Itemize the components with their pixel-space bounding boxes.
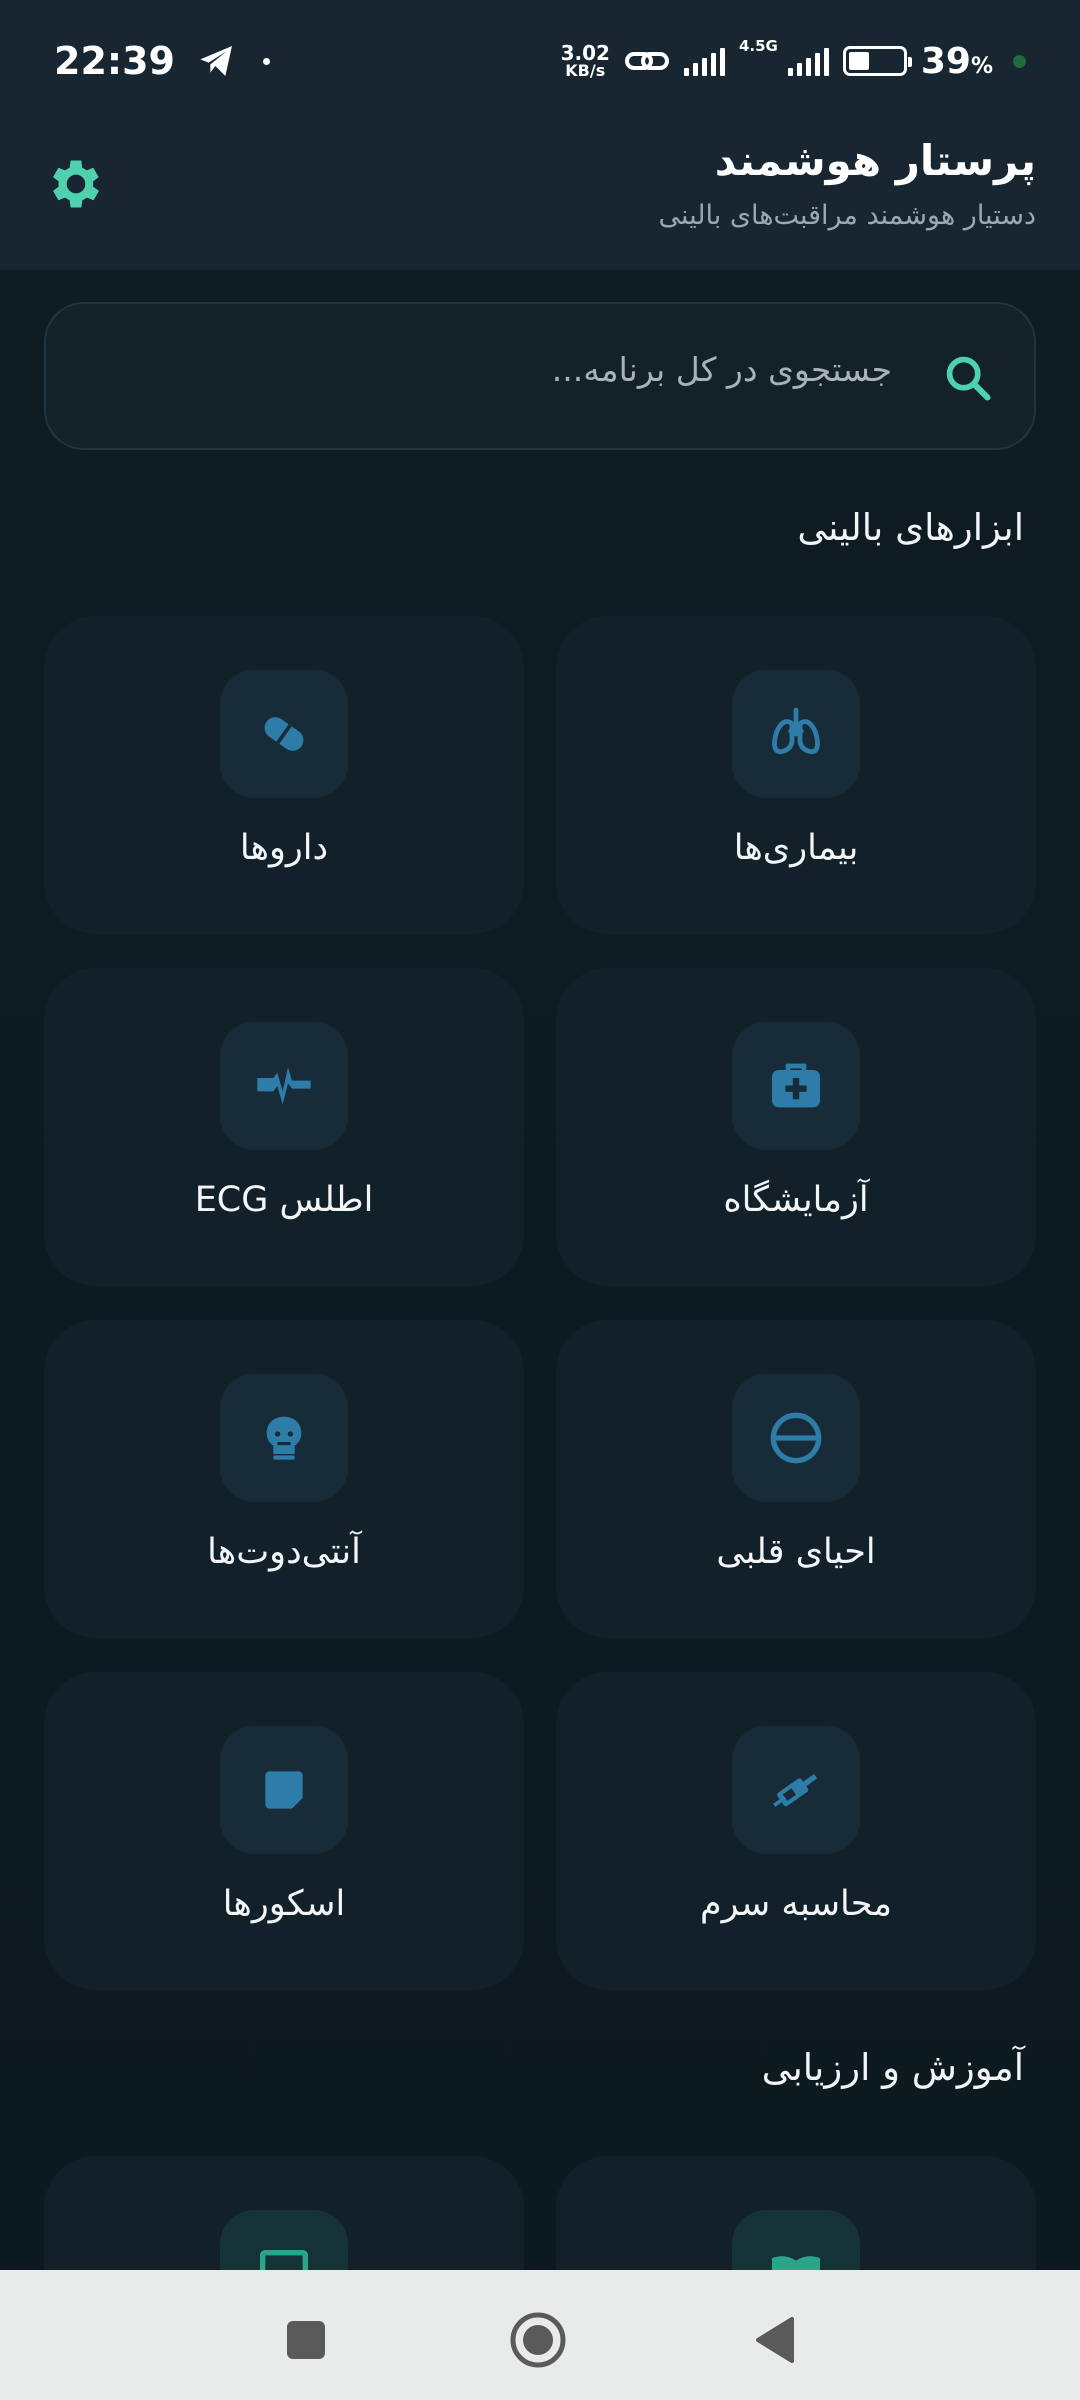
network-speed: 3.02 KB/s xyxy=(560,41,610,80)
iv-drip-icon xyxy=(773,1774,818,1807)
telegram-icon xyxy=(200,46,232,76)
card-label: محاسبه سرم xyxy=(699,1884,893,1924)
card-laboratory[interactable]: آزمایشگاه xyxy=(556,968,1036,1286)
card-label: بیماری‌ها xyxy=(733,828,859,868)
system-navigation-bar xyxy=(0,2270,1080,2400)
card-label: آزمایشگاه xyxy=(723,1180,869,1220)
card-icon-box xyxy=(220,670,348,798)
recents-button[interactable] xyxy=(276,2310,336,2370)
status-right: 3.02 KB/s 4.5G 39% xyxy=(560,37,1026,82)
card-label: احیای قلبی xyxy=(716,1532,876,1572)
back-button[interactable] xyxy=(744,2310,804,2370)
card-icon-box xyxy=(732,1022,860,1150)
status-bar: 22:39 3.02 KB/s 4.5G 39% xyxy=(0,0,1080,122)
card-icon-box xyxy=(220,1022,348,1150)
skull-icon xyxy=(266,1416,302,1460)
network-type: 4.5G xyxy=(738,36,778,55)
app-header: پرستار هوشمند دستیار هوشمند مراقبت‌های ب… xyxy=(0,122,1080,270)
lungs-icon xyxy=(772,707,820,755)
signal-2-icon xyxy=(787,46,829,76)
card-label: آنتی‌دوت‌ها xyxy=(207,1532,361,1572)
section-title-education: آموزش و ارزیابی xyxy=(761,2046,1024,2089)
card-drugs[interactable]: داروها xyxy=(44,616,524,934)
pill-icon xyxy=(264,717,304,751)
heartbeat-icon xyxy=(257,1067,311,1105)
medical-kit-icon xyxy=(772,1063,820,1108)
app-title: پرستار هوشمند xyxy=(714,136,1036,185)
link-icon xyxy=(624,52,669,70)
battery-fill xyxy=(848,52,870,70)
card-label: اطلس ECG xyxy=(194,1180,374,1220)
search-placeholder: جستجوی در کل برنامه... xyxy=(551,350,892,389)
battery-percent: 39% xyxy=(920,40,993,82)
card-antidotes[interactable]: آنتی‌دوت‌ها xyxy=(44,1320,524,1638)
status-time: 22:39 xyxy=(54,39,175,83)
card-cpr[interactable]: احیای قلبی xyxy=(556,1320,1036,1638)
card-ecg-atlas[interactable]: اطلس ECG xyxy=(44,968,524,1286)
card-scores[interactable]: اسکورها xyxy=(44,1672,524,1990)
privacy-indicator xyxy=(1013,54,1026,68)
search-icon xyxy=(946,356,991,401)
section-title-clinical-tools: ابزارهای بالینی xyxy=(797,506,1024,549)
app-screen: 22:39 3.02 KB/s 4.5G 39% پرستار هوشمند د… xyxy=(0,0,1080,2400)
home-button[interactable] xyxy=(508,2310,568,2370)
gear-icon[interactable] xyxy=(44,152,108,216)
battery-icon xyxy=(842,46,912,76)
card-icon-box xyxy=(732,1726,860,1854)
card-label: داروها xyxy=(239,828,329,868)
card-label: اسکورها xyxy=(222,1884,346,1924)
square-icon xyxy=(287,2321,325,2359)
card-icon-box xyxy=(732,1374,860,1502)
card-iv-calculator[interactable]: محاسبه سرم xyxy=(556,1672,1036,1990)
card-diseases[interactable]: بیماری‌ها xyxy=(556,616,1036,934)
card-icon-box xyxy=(732,670,860,798)
card-icon-box xyxy=(220,1726,348,1854)
app-subtitle: دستیار هوشمند مراقبت‌های بالینی xyxy=(658,200,1037,231)
card-icon-box xyxy=(220,1374,348,1502)
signal-1-icon xyxy=(683,46,725,76)
back-triangle-icon xyxy=(756,2317,794,2363)
search-input[interactable]: جستجوی در کل برنامه... xyxy=(44,302,1036,450)
no-entry-icon xyxy=(770,1412,822,1464)
notification-dot xyxy=(262,57,270,65)
note-icon xyxy=(265,1771,303,1809)
home-circle-icon xyxy=(510,2312,566,2368)
